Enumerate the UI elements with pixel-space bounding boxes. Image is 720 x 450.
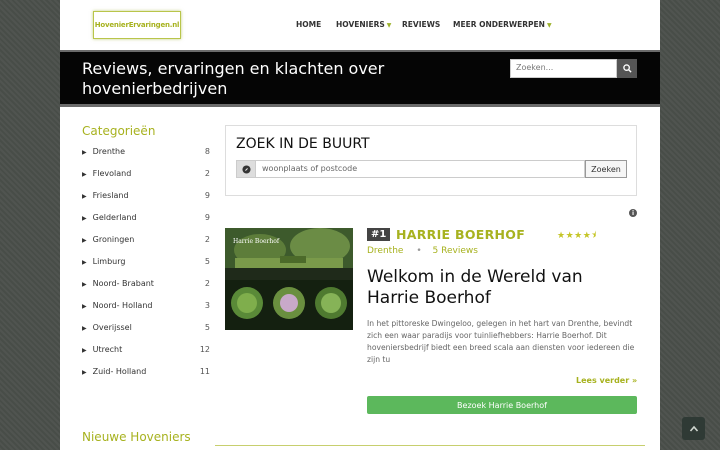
nav-hoveniers[interactable]: HOVENIERS ▼ [336, 20, 391, 29]
category-label: Flevoland [92, 169, 132, 178]
nearby-search-panel: ZOEK IN DE BUURT woonplaats of postcode … [225, 125, 637, 196]
meta-separator: • [416, 246, 422, 256]
category-count: 3 [204, 301, 210, 310]
half-star-icon: ⯨ [591, 231, 597, 241]
category-count: 8 [204, 147, 210, 156]
star-icon: ★ [565, 231, 575, 241]
category-label: Limburg [92, 257, 126, 266]
listing-thumbnail[interactable]: Harrie Boerhof [225, 228, 353, 330]
category-label: Overijssel [92, 323, 132, 332]
listing-description: In het pittoreske Dwingeloo, gelegen in … [367, 319, 635, 364]
category-label: Drenthe [92, 147, 126, 156]
category-count: 11 [199, 367, 210, 376]
chevron-up-icon [689, 425, 698, 432]
read-more-link[interactable]: Lees verder » [576, 376, 637, 385]
location-input[interactable]: woonplaats of postcode [256, 160, 585, 178]
category-count: 9 [204, 191, 210, 200]
caret-down-icon: ▼ [546, 22, 552, 29]
listing-meta: Drenthe • 5 Reviews [367, 246, 478, 256]
hero-banner: Reviews, ervaringen en klachten over hov… [60, 50, 660, 107]
category-count: 5 [204, 323, 210, 332]
category-item-noord-holland[interactable]: ▶ Noord- Holland 3 [82, 301, 210, 310]
logo-text: HovenierErvaringen.nl [94, 21, 180, 29]
category-count: 2 [204, 169, 210, 178]
category-label: Utrecht [92, 345, 123, 354]
caret-right-icon: ▶ [82, 325, 87, 332]
rating-stars: ★★★★⯨ [557, 228, 597, 244]
category-count: 12 [199, 345, 210, 354]
category-label: Friesland [92, 191, 129, 200]
category-label: Noord- Holland [92, 301, 153, 310]
scroll-to-top-button[interactable] [682, 417, 705, 440]
category-label: Groningen [92, 235, 135, 244]
search-button[interactable] [617, 59, 637, 78]
new-hoveniers-heading: Nieuwe Hoveniers [82, 430, 191, 444]
section-divider [215, 445, 645, 446]
category-item-limburg[interactable]: ▶ Limburg 5 [82, 257, 210, 266]
caret-down-icon: ▼ [386, 22, 392, 29]
category-item-zuid-holland[interactable]: ▶ Zuid- Holland 11 [82, 367, 210, 376]
nav-hoveniers-label: HOVENIERS [336, 20, 385, 29]
category-count: 5 [204, 257, 210, 266]
nav-meer-label: MEER ONDERWERPEN [453, 20, 545, 29]
nav-reviews[interactable]: REVIEWS [402, 20, 440, 29]
category-item-overijssel[interactable]: ▶ Overijssel 5 [82, 323, 210, 332]
location-link[interactable]: Drenthe [367, 246, 403, 256]
caret-right-icon: ▶ [82, 369, 87, 376]
reviews-link[interactable]: 5 Reviews [433, 246, 478, 256]
caret-right-icon: ▶ [82, 171, 87, 178]
company-name-link[interactable]: HARRIE BOERHOF [396, 227, 525, 242]
categories-heading: Categorieën [82, 124, 156, 138]
star-icon: ★ [557, 231, 566, 241]
nav-home[interactable]: HOME [296, 20, 321, 29]
star-icon: ★ [574, 231, 583, 241]
caret-right-icon: ▶ [82, 281, 87, 288]
compass-icon [236, 160, 256, 178]
top-navbar: HovenierErvaringen.nl HOME HOVENIERS ▼ RE… [60, 0, 660, 50]
visit-company-button[interactable]: Bezoek Harrie Boerhof [367, 396, 637, 414]
caret-right-icon: ▶ [82, 193, 87, 200]
nav-reviews-label: REVIEWS [402, 20, 441, 29]
caret-right-icon: ▶ [82, 259, 87, 266]
nav-home-label: HOME [296, 20, 322, 29]
caret-right-icon: ▶ [82, 347, 87, 354]
site-logo[interactable]: HovenierErvaringen.nl [93, 11, 181, 39]
category-item-noord-brabant[interactable]: ▶ Noord- Brabant 2 [82, 279, 210, 288]
thumbnail-title: Harrie Boerhof [233, 238, 280, 245]
page-title: Reviews, ervaringen en klachten over hov… [82, 59, 385, 98]
category-label: Noord- Brabant [92, 279, 154, 288]
category-item-groningen[interactable]: ▶ Groningen 2 [82, 235, 210, 244]
category-count: 2 [204, 235, 210, 244]
category-label: Zuid- Holland [92, 367, 147, 376]
category-item-gelderland[interactable]: ▶ Gelderland 9 [82, 213, 210, 222]
search-icon [622, 64, 632, 73]
category-count: 9 [204, 213, 210, 222]
nearby-search-title: ZOEK IN DE BUURT [236, 136, 370, 152]
rank-badge: #1 [367, 228, 391, 241]
caret-right-icon: ▶ [82, 303, 87, 310]
compass-icon-svg [241, 164, 251, 174]
nearby-search-button[interactable]: Zoeken [585, 160, 627, 178]
category-label: Gelderland [92, 213, 137, 222]
category-item-drenthe[interactable]: ▶ Drenthe 8 [82, 147, 210, 156]
category-item-friesland[interactable]: ▶ Friesland 9 [82, 191, 210, 200]
caret-right-icon: ▶ [82, 149, 87, 156]
info-icon[interactable]: i [629, 209, 637, 217]
category-item-utrecht[interactable]: ▶ Utrecht 12 [82, 345, 210, 354]
caret-right-icon: ▶ [82, 237, 87, 244]
page-container: HovenierErvaringen.nl HOME HOVENIERS ▼ RE… [60, 0, 660, 450]
category-item-flevoland[interactable]: ▶ Flevoland 2 [82, 169, 210, 178]
listing-headline: Welkom in de Wereld van Harrie Boerhof [367, 267, 583, 308]
category-count: 2 [204, 279, 210, 288]
nav-meer-onderwerpen[interactable]: MEER ONDERWERPEN ▼ [453, 20, 552, 29]
caret-right-icon: ▶ [82, 215, 87, 222]
search-input[interactable]: Zoeken... [510, 59, 617, 78]
